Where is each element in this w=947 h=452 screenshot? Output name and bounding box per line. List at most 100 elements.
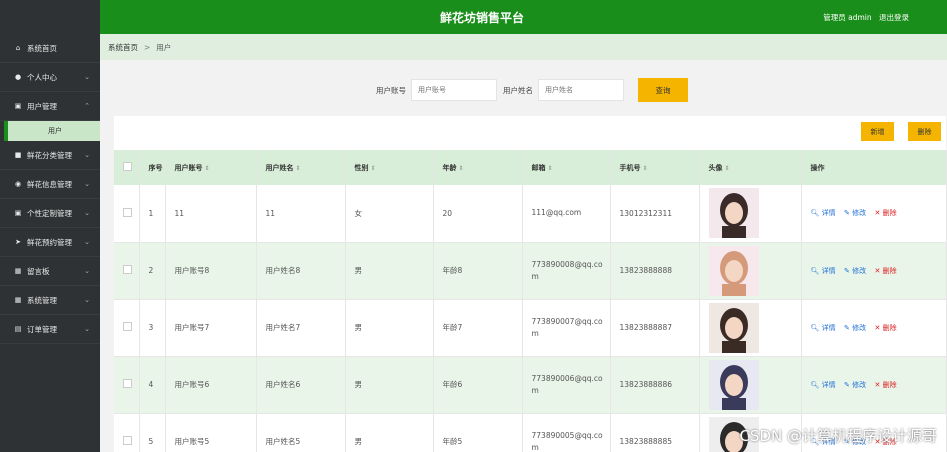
sort-icon[interactable]: ⇕ bbox=[371, 165, 376, 172]
cell-ops: 🔍︎ 详情 ✎ 修改 ✕ 删除 bbox=[801, 185, 947, 243]
col-header-label: 性别 bbox=[354, 163, 369, 172]
detail-link[interactable]: 🔍︎ 详情 bbox=[811, 209, 836, 217]
delete-link[interactable]: ✕ 删除 bbox=[875, 381, 897, 389]
select-all-cell[interactable] bbox=[114, 150, 140, 185]
select-all-checkbox[interactable] bbox=[123, 162, 132, 171]
delete-link[interactable]: ✕ 删除 bbox=[875, 209, 897, 217]
logout-link[interactable]: 退出登录 bbox=[879, 13, 909, 22]
chevron-up-icon: ⌃ bbox=[84, 102, 90, 110]
row-select-cell[interactable] bbox=[114, 356, 140, 414]
close-icon: ✕ bbox=[874, 380, 881, 389]
pencil-icon: ✎ bbox=[844, 209, 850, 218]
search-icon: 🔍︎ bbox=[810, 380, 820, 389]
delete-link[interactable]: ✕ 删除 bbox=[875, 267, 897, 275]
search-icon: 🔍︎ bbox=[810, 323, 820, 332]
row-select-cell[interactable] bbox=[114, 413, 140, 452]
cell-phone: 13012312311 bbox=[610, 185, 700, 243]
sidebar-item-message-board[interactable]: ▦ 留言板 ⌄ bbox=[0, 257, 100, 286]
col-header-label: 用户账号 bbox=[174, 163, 203, 172]
edit-link[interactable]: ✎ 修改 bbox=[844, 209, 866, 217]
col-header-email[interactable]: 邮箱 ⇕ bbox=[522, 150, 611, 185]
row-checkbox[interactable] bbox=[123, 207, 132, 217]
sidebar-item-reservation[interactable]: ➤ 鲜花预约管理 ⌄ bbox=[0, 228, 100, 257]
sort-icon[interactable]: ⇕ bbox=[296, 165, 301, 172]
cell-gender: 男 bbox=[345, 413, 434, 452]
folder-icon: ■ bbox=[14, 151, 22, 159]
cell-age: 年龄5 bbox=[433, 413, 523, 452]
cell-age: 年龄8 bbox=[433, 242, 523, 300]
sort-icon[interactable]: ⇕ bbox=[205, 165, 210, 172]
delete-button[interactable]: 删除 bbox=[908, 122, 941, 141]
edit-link[interactable]: ✎ 修改 bbox=[844, 267, 866, 275]
breadcrumb-current: 用户 bbox=[156, 42, 172, 52]
clipboard-icon: ▣ bbox=[14, 209, 22, 217]
detail-link[interactable]: 🔍︎ 详情 bbox=[811, 324, 836, 332]
name-input[interactable] bbox=[538, 79, 624, 101]
sort-icon[interactable]: ⇕ bbox=[459, 165, 464, 172]
cell-email: 773890005@qq.co m bbox=[522, 413, 611, 452]
sidebar-subitem-users[interactable]: 用户 bbox=[4, 121, 100, 141]
sidebar-item-label: 个人中心 bbox=[27, 72, 57, 82]
breadcrumb-home[interactable]: 系统首页 bbox=[108, 42, 138, 53]
delete-link[interactable]: ✕ 删除 bbox=[875, 324, 897, 332]
cell-name: 用户姓名6 bbox=[256, 356, 346, 414]
cell-phone: 13823888887 bbox=[610, 299, 700, 357]
add-button[interactable]: 新增 bbox=[861, 122, 894, 141]
name-label: 用户姓名 bbox=[503, 85, 533, 95]
row-select-cell[interactable] bbox=[114, 185, 140, 243]
clipboard-icon: ▣ bbox=[14, 102, 22, 110]
breadcrumb: 系统首页 > 用户 bbox=[100, 34, 947, 60]
chevron-down-icon: ⌄ bbox=[84, 180, 90, 188]
col-header-gender[interactable]: 性别 ⇕ bbox=[345, 150, 434, 185]
cell-no: 3 bbox=[139, 299, 166, 357]
table-icon: ▤ bbox=[14, 325, 22, 333]
cell-phone: 13823888885 bbox=[610, 413, 700, 452]
edit-link[interactable]: ✎ 修改 bbox=[844, 324, 866, 332]
col-header-name[interactable]: 用户姓名 ⇕ bbox=[256, 150, 346, 185]
sidebar-item-label: 个性定制管理 bbox=[27, 208, 72, 218]
sidebar-item-system[interactable]: ▦ 系统管理 ⌄ bbox=[0, 286, 100, 315]
avatar bbox=[708, 245, 759, 296]
col-header-phone[interactable]: 手机号 ⇕ bbox=[610, 150, 700, 185]
cell-account: 用户账号5 bbox=[165, 413, 257, 452]
col-header-age[interactable]: 年龄 ⇕ bbox=[433, 150, 523, 185]
sidebar-item-home[interactable]: ⌂ 系统首页 bbox=[0, 34, 100, 63]
close-icon: ✕ bbox=[874, 266, 881, 275]
send-icon: ➤ bbox=[15, 238, 21, 246]
row-checkbox[interactable] bbox=[123, 379, 132, 388]
sidebar-item-custom[interactable]: ▣ 个性定制管理 ⌄ bbox=[0, 199, 100, 228]
sort-icon[interactable]: ⇕ bbox=[725, 165, 730, 172]
sidebar-item-user-management[interactable]: ▣ 用户管理 ⌃ bbox=[0, 92, 100, 121]
row-select-cell[interactable] bbox=[114, 242, 140, 300]
sidebar-item-label: 留言板 bbox=[27, 266, 50, 276]
sidebar-item-label: 订单管理 bbox=[27, 324, 57, 334]
admin-label: 管理员 admin bbox=[823, 13, 872, 22]
detail-link[interactable]: 🔍︎ 详情 bbox=[811, 267, 836, 275]
grid-icon: ▦ bbox=[14, 296, 22, 304]
row-select-cell[interactable] bbox=[114, 299, 140, 357]
chevron-down-icon: ⌄ bbox=[84, 325, 90, 333]
row-checkbox[interactable] bbox=[123, 265, 132, 274]
cell-avatar bbox=[699, 356, 802, 414]
sidebar-item-flower-category[interactable]: ■ 鲜花分类管理 ⌄ bbox=[0, 141, 100, 170]
cell-ops: 🔍︎ 详情 ✎ 修改 ✕ 删除 bbox=[801, 242, 947, 300]
row-checkbox[interactable] bbox=[123, 322, 132, 331]
sidebar-item-label: 鲜花信息管理 bbox=[27, 179, 72, 189]
close-icon: ✕ bbox=[874, 323, 881, 332]
chevron-down-icon: ⌄ bbox=[84, 296, 90, 304]
cell-name: 11 bbox=[256, 185, 346, 243]
sidebar-item-flower-info[interactable]: ◉ 鲜花信息管理 ⌄ bbox=[0, 170, 100, 199]
sidebar-item-profile[interactable]: ● 个人中心 ⌄ bbox=[0, 63, 100, 92]
col-header-avatar[interactable]: 头像 ⇕ bbox=[699, 150, 802, 185]
sidebar-item-label: 鲜花分类管理 bbox=[27, 150, 72, 160]
row-checkbox[interactable] bbox=[123, 436, 132, 445]
sort-icon[interactable]: ⇕ bbox=[548, 165, 553, 172]
query-button[interactable]: 查询 bbox=[638, 78, 688, 102]
detail-link[interactable]: 🔍︎ 详情 bbox=[811, 381, 836, 389]
sort-icon[interactable]: ⇕ bbox=[643, 165, 648, 172]
edit-link[interactable]: ✎ 修改 bbox=[844, 381, 866, 389]
cell-account: 用户账号6 bbox=[165, 356, 257, 414]
account-input[interactable] bbox=[411, 79, 497, 101]
sidebar-item-orders[interactable]: ▤ 订单管理 ⌄ bbox=[0, 315, 100, 344]
col-header-account[interactable]: 用户账号 ⇕ bbox=[165, 150, 257, 185]
